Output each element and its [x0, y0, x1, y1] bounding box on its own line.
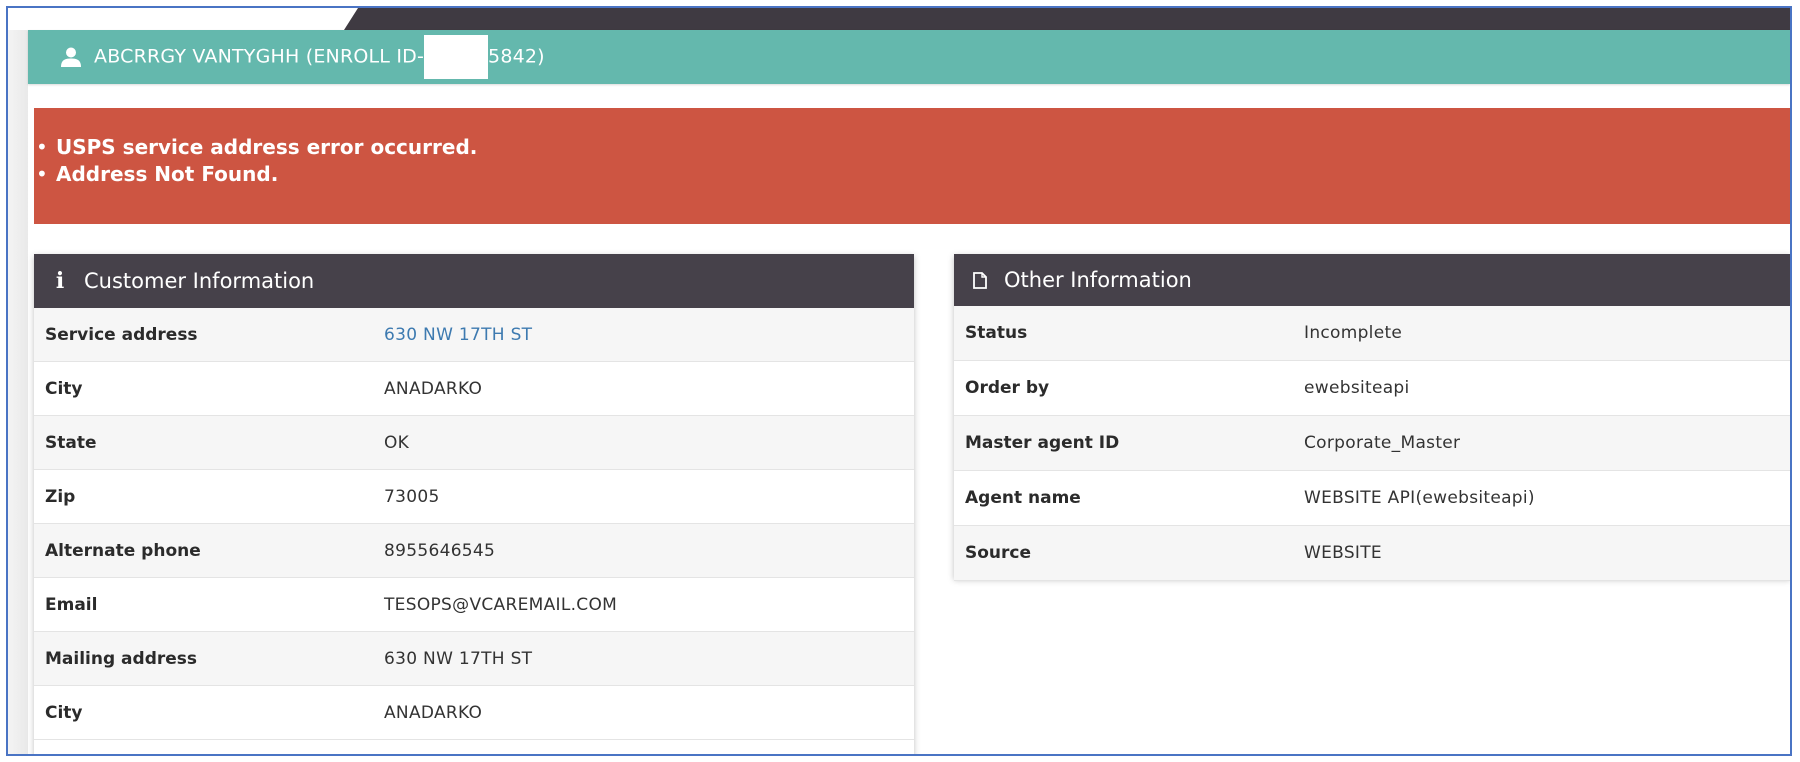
table-row: Agent name WEBSITE API(ewebsiteapi) — [954, 471, 1790, 526]
other-information-header: Other Information — [954, 254, 1790, 306]
row-label: State — [45, 432, 97, 453]
row-value: Incomplete — [1304, 323, 1403, 343]
screenshot-frame: ABCRRGY VANTYGHH (ENROLL ID- 5842) USPS s… — [6, 6, 1792, 756]
error-list: USPS service address error occurred. Add… — [34, 134, 1790, 188]
row-label: Mailing address — [45, 648, 198, 669]
row-label: Source — [965, 543, 1032, 563]
table-row: Master agent ID Corporate_Master — [954, 416, 1790, 471]
redacted-block — [424, 35, 489, 79]
row-label: Master agent ID — [965, 433, 1120, 453]
left-sidebar-edge — [8, 30, 28, 754]
customer-information-panel: i Customer Information Service address 6… — [34, 254, 914, 754]
error-message: Address Not Found. — [34, 161, 1790, 188]
table-row: Alternate phone 8955646545 — [34, 524, 914, 578]
customer-info-rows: Service address 630 NW 17TH ST City ANAD… — [34, 308, 914, 740]
table-row: Zip 73005 — [34, 470, 914, 524]
row-value: ewebsiteapi — [1304, 378, 1410, 398]
customer-information-header: i Customer Information — [34, 254, 914, 308]
row-label: Service address — [45, 324, 198, 345]
row-value: ANADARKO — [384, 702, 483, 723]
page-title: ABCRRGY VANTYGHH (ENROLL ID- 5842) — [94, 35, 545, 79]
row-label: City — [45, 378, 83, 399]
other-info-rows: Status Incomplete Order by ewebsiteapi M… — [954, 306, 1790, 581]
row-value: WEBSITE — [1304, 543, 1382, 563]
row-label: Agent name — [965, 488, 1081, 508]
top-dark-bar — [344, 8, 1790, 30]
table-row: Order by ewebsiteapi — [954, 361, 1790, 416]
customer-title-bar: ABCRRGY VANTYGHH (ENROLL ID- 5842) — [28, 30, 1790, 84]
document-icon — [970, 269, 990, 291]
info-icon: i — [55, 268, 65, 294]
row-value: 73005 — [384, 486, 440, 507]
error-message: USPS service address error occurred. — [34, 134, 1790, 161]
user-icon — [61, 47, 81, 67]
table-row: City ANADARKO — [34, 362, 914, 416]
row-label: Email — [45, 594, 98, 615]
row-value: ANADARKO — [384, 378, 483, 399]
table-row: State OK — [34, 416, 914, 470]
row-value: 630 NW 17TH ST — [384, 648, 533, 669]
row-label: Alternate phone — [45, 540, 201, 561]
other-information-panel: Other Information Status Incomplete Orde… — [954, 254, 1790, 581]
panel-title: Other Information — [1004, 268, 1192, 292]
table-row: City ANADARKO — [34, 686, 914, 740]
row-value: Corporate_Master — [1304, 433, 1461, 453]
table-row: Email TESOPS@VCAREMAIL.COM — [34, 578, 914, 632]
title-suffix: 5842) — [488, 45, 545, 68]
row-value: 8955646545 — [384, 540, 496, 561]
top-strip — [8, 8, 1790, 30]
row-value: OK — [384, 432, 410, 453]
row-label: City — [45, 702, 83, 723]
table-row: Source WEBSITE — [954, 526, 1790, 581]
table-row: Status Incomplete — [954, 306, 1790, 361]
row-label: Zip — [45, 486, 76, 507]
panel-title: Customer Information — [84, 269, 315, 293]
row-value: WEBSITE API(ewebsiteapi) — [1304, 488, 1535, 508]
row-label: Order by — [965, 378, 1050, 398]
table-row: Mailing address 630 NW 17TH ST — [34, 632, 914, 686]
row-value: TESOPS@VCAREMAIL.COM — [384, 594, 618, 615]
error-alert: USPS service address error occurred. Add… — [34, 108, 1790, 224]
title-prefix: ABCRRGY VANTYGHH (ENROLL ID- — [94, 45, 425, 68]
row-label: Status — [965, 323, 1028, 343]
table-row: Service address 630 NW 17TH ST — [34, 308, 914, 362]
service-address-link[interactable]: 630 NW 17TH ST — [384, 325, 532, 345]
